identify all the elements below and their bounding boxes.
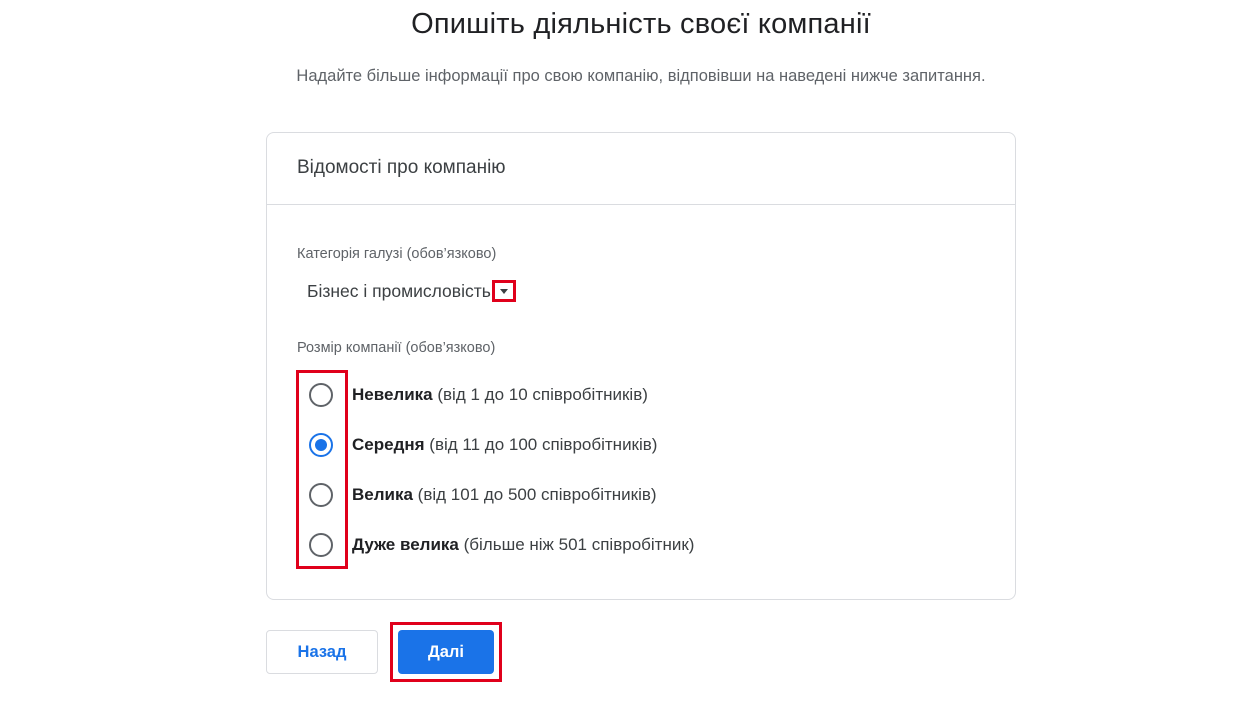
industry-select-value: Бізнес і промисловість xyxy=(307,280,491,301)
size-option-label: Дуже велика (більше ніж 501 співробітник… xyxy=(352,535,695,554)
size-option-label: Невелика (від 1 до 10 співробітників) xyxy=(352,385,648,404)
dropdown-arrow-icon[interactable] xyxy=(491,280,516,302)
card-title: Відомості про компанію xyxy=(267,133,1015,205)
size-option-label: Середня (від 11 до 100 співробітників) xyxy=(352,435,658,454)
size-option-label: Велика (від 101 до 500 співробітників) xyxy=(352,485,657,504)
radio-button-medium[interactable] xyxy=(309,433,333,457)
radio-button-large[interactable] xyxy=(309,483,333,507)
radio-button-small[interactable] xyxy=(309,383,333,407)
company-info-card: Відомості про компанію Категорія галузі … xyxy=(266,132,1016,600)
size-option-medium[interactable]: Середня (від 11 до 100 співробітників) xyxy=(309,430,657,460)
page-subtitle: Надайте більше інформації про свою компа… xyxy=(296,67,986,85)
next-button[interactable]: Далі xyxy=(398,630,494,674)
back-button[interactable]: Назад xyxy=(266,630,378,674)
company-size-label: Розмір компанії (обов’язково) xyxy=(297,340,496,356)
radio-button-very-large[interactable] xyxy=(309,533,333,557)
industry-label: Категорія галузі (обов’язково) xyxy=(297,246,497,262)
size-option-small[interactable]: Невелика (від 1 до 10 співробітників) xyxy=(309,380,648,410)
industry-select[interactable]: Бізнес і промисловість xyxy=(307,280,516,302)
size-option-large[interactable]: Велика (від 101 до 500 співробітників) xyxy=(309,480,657,510)
size-option-very-large[interactable]: Дуже велика (більше ніж 501 співробітник… xyxy=(309,530,694,560)
page-title: Опишіть діяльність своєї компанії xyxy=(411,8,871,40)
